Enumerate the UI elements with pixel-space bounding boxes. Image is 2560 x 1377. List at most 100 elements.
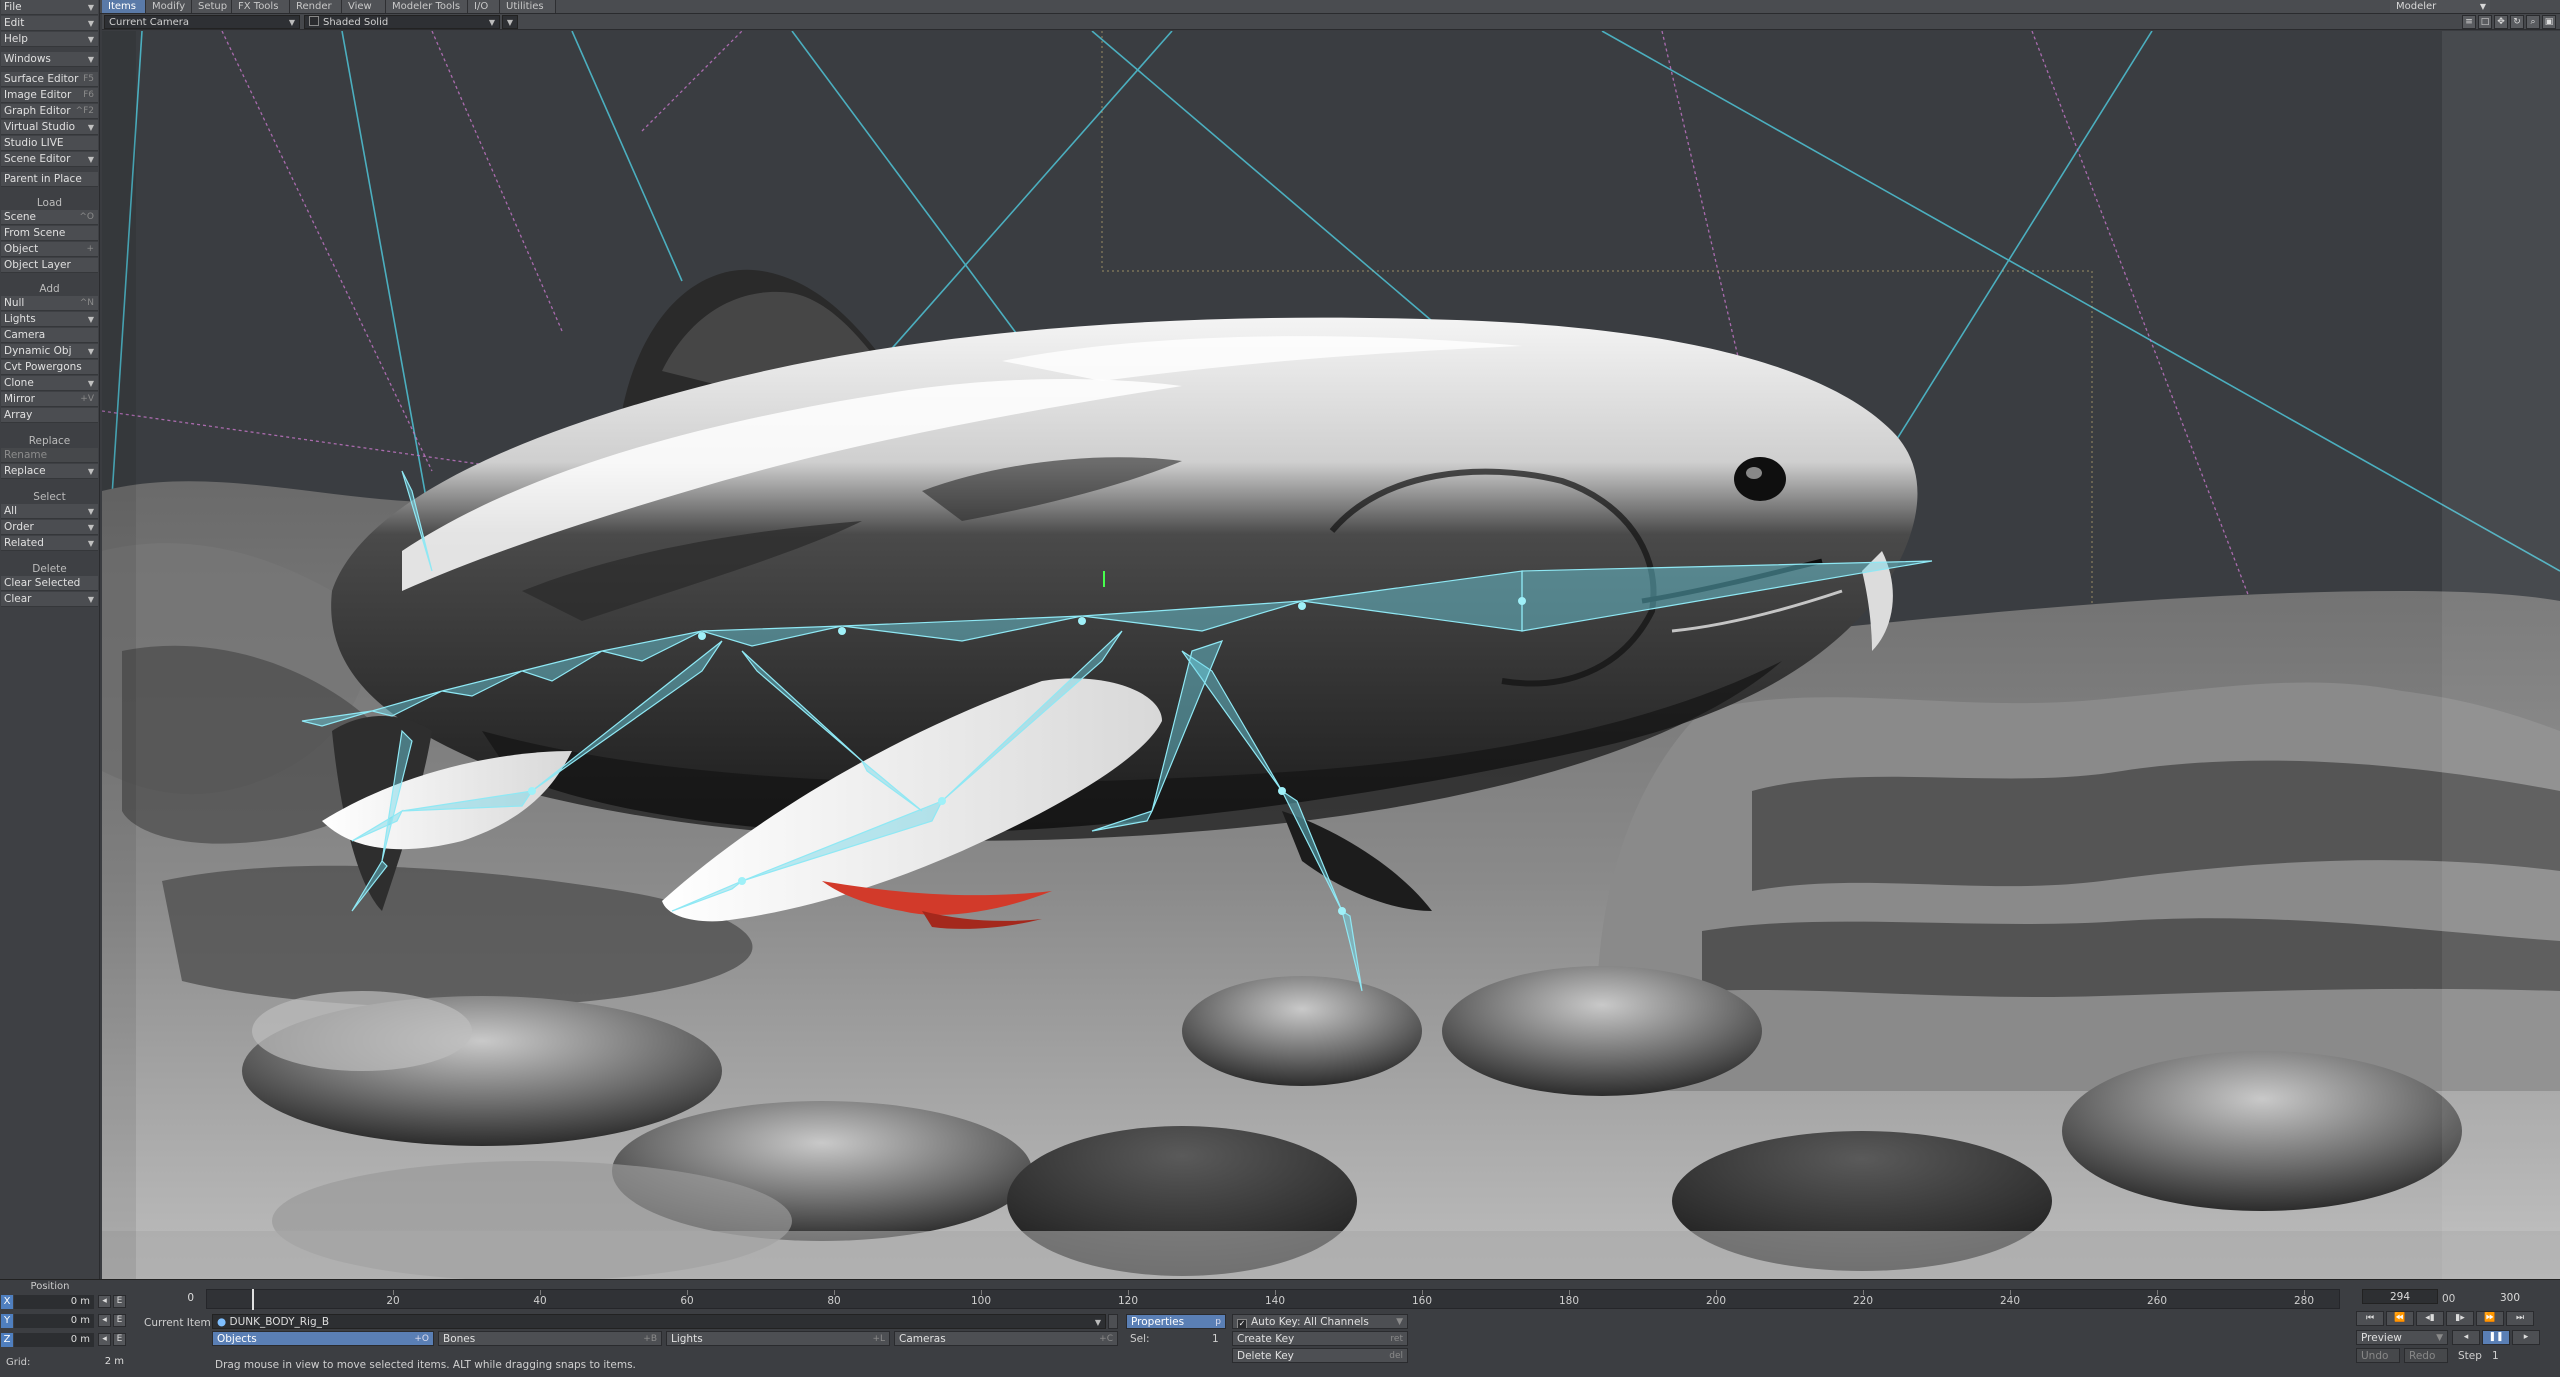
load-object-layer-button[interactable]: Object Layer — [1, 258, 98, 273]
help-menu[interactable]: Help ▼ — [1, 32, 98, 47]
rename-button[interactable]: Rename — [1, 448, 98, 463]
step-value[interactable]: 1 — [2492, 1349, 2499, 1363]
tab-items[interactable]: Items — [102, 0, 146, 13]
grid-size-value[interactable]: 2 m — [40, 1355, 128, 1369]
load-object-button[interactable]: Object + — [1, 242, 98, 257]
timeline-playhead[interactable] — [252, 1289, 254, 1310]
properties-button[interactable]: Properties p — [1126, 1314, 1226, 1329]
x-envelope-icon[interactable]: E — [113, 1295, 126, 1308]
chevron-down-icon: ▼ — [1094, 1318, 1101, 1327]
clone-menu[interactable]: Clone ▼ — [1, 376, 98, 391]
rotate-view-icon[interactable]: ↻ — [2510, 15, 2524, 29]
redo-button[interactable]: Redo — [2404, 1348, 2448, 1363]
zoom-view-icon[interactable]: ⌕ — [2526, 15, 2540, 29]
objects-select-button[interactable]: Objects +O — [212, 1331, 434, 1346]
clear-menu[interactable]: Clear ▼ — [1, 592, 98, 607]
timeline-tick-label: 100 — [970, 1295, 992, 1307]
next-key-icon[interactable]: ⏩ — [2476, 1311, 2504, 1326]
preview-dropdown[interactable]: Preview ▼ — [2356, 1330, 2448, 1345]
shortcut-label: p — [1215, 1317, 1221, 1327]
file-menu[interactable]: File ▼ — [1, 0, 98, 15]
move-view-icon[interactable]: ✥ — [2494, 15, 2508, 29]
play-forward-icon[interactable]: ▸ — [2512, 1330, 2540, 1345]
z-position-field[interactable]: 0 m — [14, 1333, 94, 1347]
lights-select-button[interactable]: Lights +L — [666, 1331, 890, 1346]
view-options-dropdown[interactable]: ▼ — [502, 15, 518, 29]
tab-render[interactable]: Render — [290, 0, 342, 13]
modeler-label: Modeler — [2396, 1, 2437, 12]
menu-icon[interactable]: ≡ — [2462, 15, 2476, 29]
z-envelope-icon[interactable]: E — [113, 1333, 126, 1346]
current-frame-field[interactable]: 294 — [2362, 1289, 2438, 1304]
selected-count-label: Sel: — [1130, 1333, 1150, 1345]
add-null-button[interactable]: Null ^N — [1, 296, 98, 311]
graph-editor-button[interactable]: Graph Editor ^F2 — [1, 104, 98, 119]
x-position-field[interactable]: 0 m — [14, 1295, 94, 1309]
tab-utilities[interactable]: Utilities — [500, 0, 556, 13]
load-scene-button[interactable]: Scene ^O — [1, 210, 98, 225]
modeler-switch-button[interactable]: Modeler ▼ — [2390, 0, 2490, 13]
end-frame-value[interactable]: 300 — [2470, 1290, 2526, 1307]
start-frame-value[interactable]: 0 — [130, 1290, 200, 1307]
add-lights-menu[interactable]: Lights ▼ — [1, 312, 98, 327]
maximize-icon[interactable]: ▣ — [2542, 15, 2556, 29]
y-envelope-icon[interactable]: E — [113, 1314, 126, 1327]
undo-button[interactable]: Undo — [2356, 1348, 2400, 1363]
surface-editor-button[interactable]: Surface Editor F5 — [1, 72, 98, 87]
cameras-select-button[interactable]: Cameras +C — [894, 1331, 1118, 1346]
properties-label: Properties — [1131, 1316, 1185, 1328]
previous-key-icon[interactable]: ⏪ — [2386, 1311, 2414, 1326]
z-lock-icon[interactable]: ◂ — [98, 1333, 111, 1346]
mirror-button[interactable]: Mirror +V — [1, 392, 98, 407]
studio-live-button[interactable]: Studio LIVE — [1, 136, 98, 151]
timeline-slider[interactable]: 20 40 60 80 100 120 140 160 180 200 220 … — [206, 1289, 2340, 1310]
object-label: Object — [4, 243, 39, 255]
pause-icon[interactable]: ❚❚ — [2482, 1330, 2510, 1345]
next-frame-icon[interactable]: ▮▸ — [2446, 1311, 2474, 1326]
go-to-start-icon[interactable]: ⏮ — [2356, 1311, 2384, 1326]
clone-label: Clone — [4, 377, 34, 389]
cvt-powergons-button[interactable]: Cvt Powergons — [1, 360, 98, 375]
current-item-dropdown[interactable]: ● DUNK_BODY_Rig_B ▼ — [212, 1314, 1106, 1329]
virtual-studio-button[interactable]: Virtual Studio ▼ — [1, 120, 98, 135]
tab-modeler-tools[interactable]: Modeler Tools — [386, 0, 468, 13]
graph-editor-label: Graph Editor — [4, 105, 71, 117]
auto-key-dropdown[interactable]: ✓ Auto Key: All Channels ▼ — [1232, 1314, 1408, 1329]
tab-view[interactable]: View — [342, 0, 386, 13]
x-lock-icon[interactable]: ◂ — [98, 1295, 111, 1308]
tab-fx-tools[interactable]: FX Tools — [232, 0, 290, 13]
create-key-button[interactable]: Create Key ret — [1232, 1331, 1408, 1346]
previous-frame-icon[interactable]: ◂▮ — [2416, 1311, 2444, 1326]
add-camera-button[interactable]: Camera — [1, 328, 98, 343]
replace-menu[interactable]: Replace ▼ — [1, 464, 98, 479]
chevron-down-icon: ▼ — [488, 18, 495, 27]
select-all-menu[interactable]: All ▼ — [1, 504, 98, 519]
image-editor-label: Image Editor — [4, 89, 72, 101]
bones-select-button[interactable]: Bones +B — [438, 1331, 662, 1346]
windows-menu[interactable]: Windows ▼ — [1, 52, 98, 67]
item-pin-button[interactable] — [1108, 1314, 1118, 1329]
3d-viewport[interactable] — [102, 31, 2560, 1279]
delete-key-button[interactable]: Delete Key del — [1232, 1348, 1408, 1363]
edit-menu[interactable]: Edit ▼ — [1, 16, 98, 31]
select-related-menu[interactable]: Related ▼ — [1, 536, 98, 551]
image-editor-button[interactable]: Image Editor F6 — [1, 88, 98, 103]
add-dynamic-obj-menu[interactable]: Dynamic Obj ▼ — [1, 344, 98, 359]
select-order-menu[interactable]: Order ▼ — [1, 520, 98, 535]
scene-editor-button[interactable]: Scene Editor ▼ — [1, 152, 98, 167]
render-style-dropdown[interactable]: Shaded Solid ▼ — [304, 15, 500, 29]
y-lock-icon[interactable]: ◂ — [98, 1314, 111, 1327]
array-button[interactable]: Array — [1, 408, 98, 423]
y-position-field[interactable]: 0 m — [14, 1314, 94, 1328]
view-type-dropdown[interactable]: Current Camera ▼ — [104, 15, 300, 29]
parent-in-place-toggle[interactable]: Parent in Place — [1, 172, 98, 187]
play-reverse-icon[interactable]: ◂ — [2452, 1330, 2480, 1345]
viewport-layout-icon[interactable]: □ — [2478, 15, 2492, 29]
tab-setup[interactable]: Setup — [192, 0, 232, 13]
tab-modify[interactable]: Modify — [146, 0, 192, 13]
clear-selected-button[interactable]: Clear Selected — [1, 576, 98, 591]
tab-io[interactable]: I/O — [468, 0, 500, 13]
load-from-scene-button[interactable]: From Scene — [1, 226, 98, 241]
array-label: Array — [4, 409, 33, 421]
go-to-end-icon[interactable]: ⏭ — [2506, 1311, 2534, 1326]
